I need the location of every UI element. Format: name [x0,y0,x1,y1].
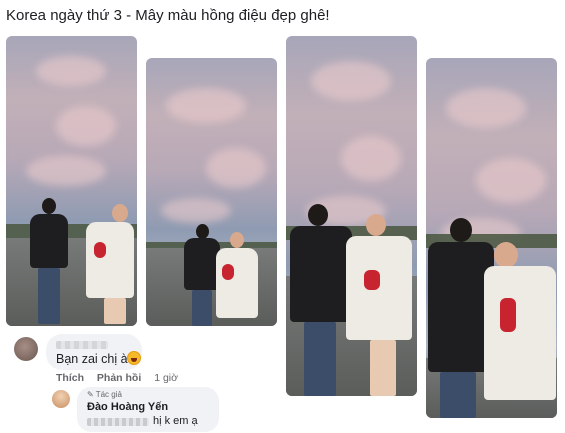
comment-text: Bạn zai chị à [56,352,128,366]
post-photo-4[interactable] [426,58,557,418]
post-photo-2[interactable] [146,58,277,326]
post-photo-3[interactable] [286,36,417,396]
author-badge: ✎ Tác giả [87,390,122,399]
author-avatar[interactable] [52,390,70,408]
post-title: Korea ngày thứ 3 - Mây màu hồng điệu đẹp… [6,7,330,24]
author-badge-label: Tác giả [95,390,122,399]
reply-text: hị k em ạ [153,415,198,427]
comment-time: 1 giờ [154,372,179,384]
like-button[interactable]: Thích [56,372,84,384]
comment-actions: Thích Phản hồi 1 giờ [56,372,188,384]
commenter-avatar[interactable] [14,337,38,361]
pen-icon: ✎ [87,390,94,399]
commenter-name-redacted [56,341,108,349]
comment-bubble: Bạn zai chị à [46,334,142,370]
reply-bubble: ✎ Tác giả Đào Hoàng Yến hị k em ạ [77,387,219,432]
reply-button[interactable]: Phản hồi [97,372,141,384]
reply-text-redacted [87,418,149,426]
reply-author-name[interactable]: Đào Hoàng Yến [87,401,168,413]
laughing-emoji-icon [127,351,141,365]
post-photo-1[interactable] [6,36,137,326]
